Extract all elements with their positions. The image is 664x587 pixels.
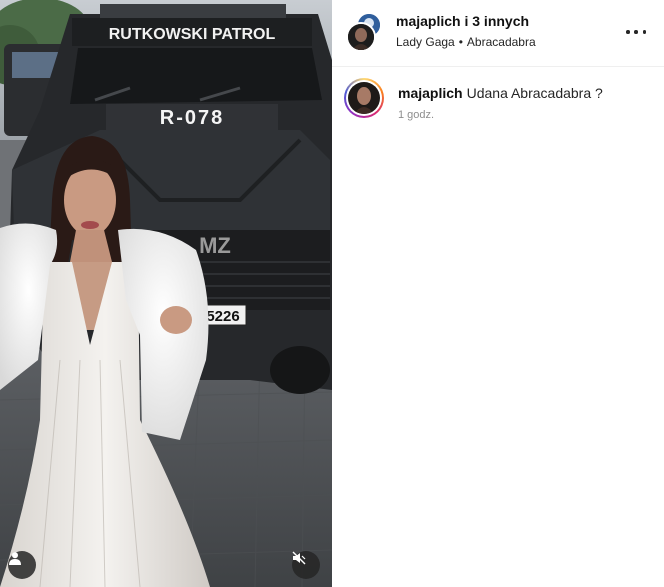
caption-text-line: majaplich Udana Abracadabra ? [398,85,603,101]
caption-username[interactable]: majaplich [398,85,463,101]
mute-button[interactable] [292,551,320,579]
post-header: majaplich i 3 innych Lady Gaga • Abracadab… [332,0,664,67]
audio-muted-icon [292,551,306,565]
story-ring-avatar[interactable] [344,78,384,118]
caption-text: Udana Abracadabra ? [466,85,603,101]
more-options-button[interactable] [626,22,646,42]
more-options-icon [626,30,630,34]
user-tag-icon [9,552,21,565]
vehicle-front-number: R-078 [160,107,224,129]
avatar [348,82,380,114]
separator-dot: • [458,35,463,49]
post-media[interactable]: RUTKOWSKI PATROL R-078 MZ 5226 [0,0,332,587]
collab-avatars[interactable] [346,12,382,52]
user-tag-button[interactable] [8,551,36,579]
more-options-icon-dot [634,30,638,34]
music-artist[interactable]: Lady Gaga [396,35,455,49]
post-audio-info: Lady Gaga • Abracadabra [396,35,536,49]
avatar-image [348,24,374,50]
license-plate: 5226 [206,308,239,325]
more-options-icon-dot [642,30,646,34]
post-sidebar: majaplich i 3 innych Lady Gaga • Abracadab… [332,0,664,587]
music-track[interactable]: Abracadabra [467,35,536,49]
vehicle-top-text: RUTKOWSKI PATROL [109,26,276,43]
post-photo: RUTKOWSKI PATROL R-078 MZ 5226 [0,0,332,587]
avatar-image [348,82,380,114]
post-author[interactable]: majaplich i 3 innych [396,13,529,29]
caption-timestamp[interactable]: 1 godz. [398,109,434,121]
vehicle-brand: MZ [199,233,231,258]
collab-avatar-primary [346,22,376,52]
